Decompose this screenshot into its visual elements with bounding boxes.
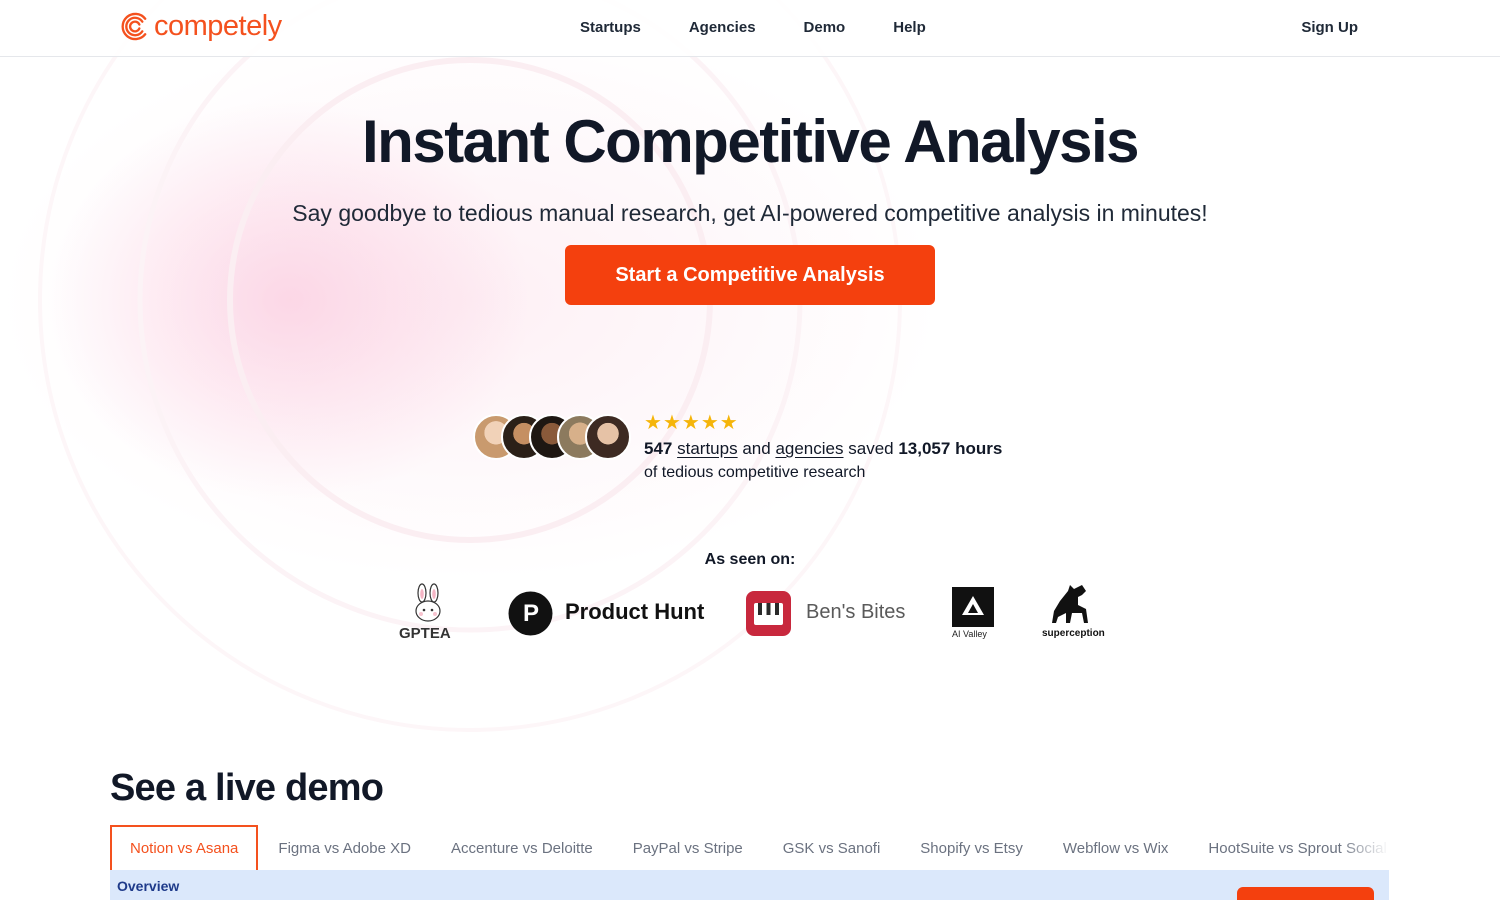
avatar — [585, 414, 631, 460]
tab-shopify-vs-etsy[interactable]: Shopify vs Etsy — [900, 825, 1043, 870]
ai-valley-logo[interactable]: AI Valley — [952, 583, 994, 643]
sign-up-link[interactable]: Sign Up — [1301, 18, 1358, 38]
tab-figma-vs-adobe-xd[interactable]: Figma vs Adobe XD — [258, 825, 431, 870]
tab-accenture-vs-deloitte[interactable]: Accenture vs Deloitte — [431, 825, 613, 870]
tab-webflow-vs-wix[interactable]: Webflow vs Wix — [1043, 825, 1189, 870]
star-icon: ★ — [719, 412, 738, 434]
social-proof-line: 547 startups and agencies saved 13,057 h… — [644, 438, 1002, 460]
overview-section-label: Overview — [117, 878, 180, 894]
gptea-label: GPTEA — [399, 625, 451, 642]
product-hunt-icon: P — [508, 591, 553, 636]
customer-avatars — [473, 414, 633, 460]
tabs-fade-overlay — [1339, 825, 1389, 870]
rating-stars: ★ ★ ★ ★ ★ — [644, 413, 738, 433]
nav-demo[interactable]: Demo — [804, 18, 846, 38]
hero-title: Instant Competitive Analysis — [362, 108, 1139, 175]
product-hunt-logo[interactable]: P Product Hunt — [508, 583, 708, 643]
demo-panel: Overview — [110, 870, 1389, 900]
top-navigation-bar: competely Startups Agencies Demo Help Si… — [0, 0, 1500, 57]
ai-valley-icon — [952, 587, 994, 627]
as-seen-on-heading: As seen on: — [704, 551, 796, 568]
ai-valley-label: AI Valley — [952, 629, 987, 639]
hours-saved: 13,057 hours — [898, 439, 1003, 458]
tab-notion-vs-asana[interactable]: Notion vs Asana — [110, 825, 259, 870]
agencies-link[interactable]: agencies — [775, 439, 843, 458]
horse-icon — [1052, 585, 1088, 623]
hero-subtitle: Say goodbye to tedious manual research, … — [292, 200, 1208, 226]
star-icon: ★ — [700, 412, 719, 434]
superception-logo[interactable]: superception — [1042, 583, 1105, 643]
bens-bites-label: Ben's Bites — [806, 601, 906, 623]
startups-link[interactable]: startups — [677, 439, 737, 458]
live-demo-heading: See a live demo — [110, 767, 384, 809]
proof-and: and — [742, 439, 771, 458]
nav-help[interactable]: Help — [893, 18, 926, 38]
press-logos: GPTEA P Product Hunt Ben's Bites AI Vall… — [0, 583, 1500, 643]
gptea-logo[interactable]: GPTEA — [398, 583, 460, 643]
start-analysis-button[interactable]: Start a Competitive Analysis — [565, 245, 935, 305]
brand-logo[interactable]: competely — [120, 11, 282, 42]
nav-agencies[interactable]: Agencies — [689, 18, 756, 38]
bens-bites-logo[interactable]: Ben's Bites — [746, 583, 916, 643]
svg-text:P: P — [523, 600, 539, 627]
tab-gsk-vs-sanofi[interactable]: GSK vs Sanofi — [763, 825, 901, 870]
main-nav: Startups Agencies Demo Help — [580, 18, 926, 38]
superception-label: superception — [1042, 628, 1105, 639]
star-icon: ★ — [681, 412, 700, 434]
tab-paypal-vs-stripe[interactable]: PayPal vs Stripe — [613, 825, 763, 870]
nav-startups[interactable]: Startups — [580, 18, 641, 38]
bens-bites-icon — [746, 591, 791, 636]
competely-logo-icon — [121, 12, 147, 41]
star-icon: ★ — [644, 412, 662, 434]
social-proof-subline: of tedious competitive research — [644, 464, 866, 481]
demo-tabs: Notion vs Asana Figma vs Adobe XD Accent… — [110, 825, 1389, 870]
bunny-icon — [415, 583, 441, 622]
proof-saved: saved — [848, 439, 894, 458]
brand-name: competely — [154, 10, 282, 42]
star-icon: ★ — [662, 412, 681, 434]
product-hunt-label: Product Hunt — [565, 599, 705, 624]
demo-panel-button[interactable] — [1237, 887, 1374, 900]
customer-count: 547 — [644, 439, 673, 458]
